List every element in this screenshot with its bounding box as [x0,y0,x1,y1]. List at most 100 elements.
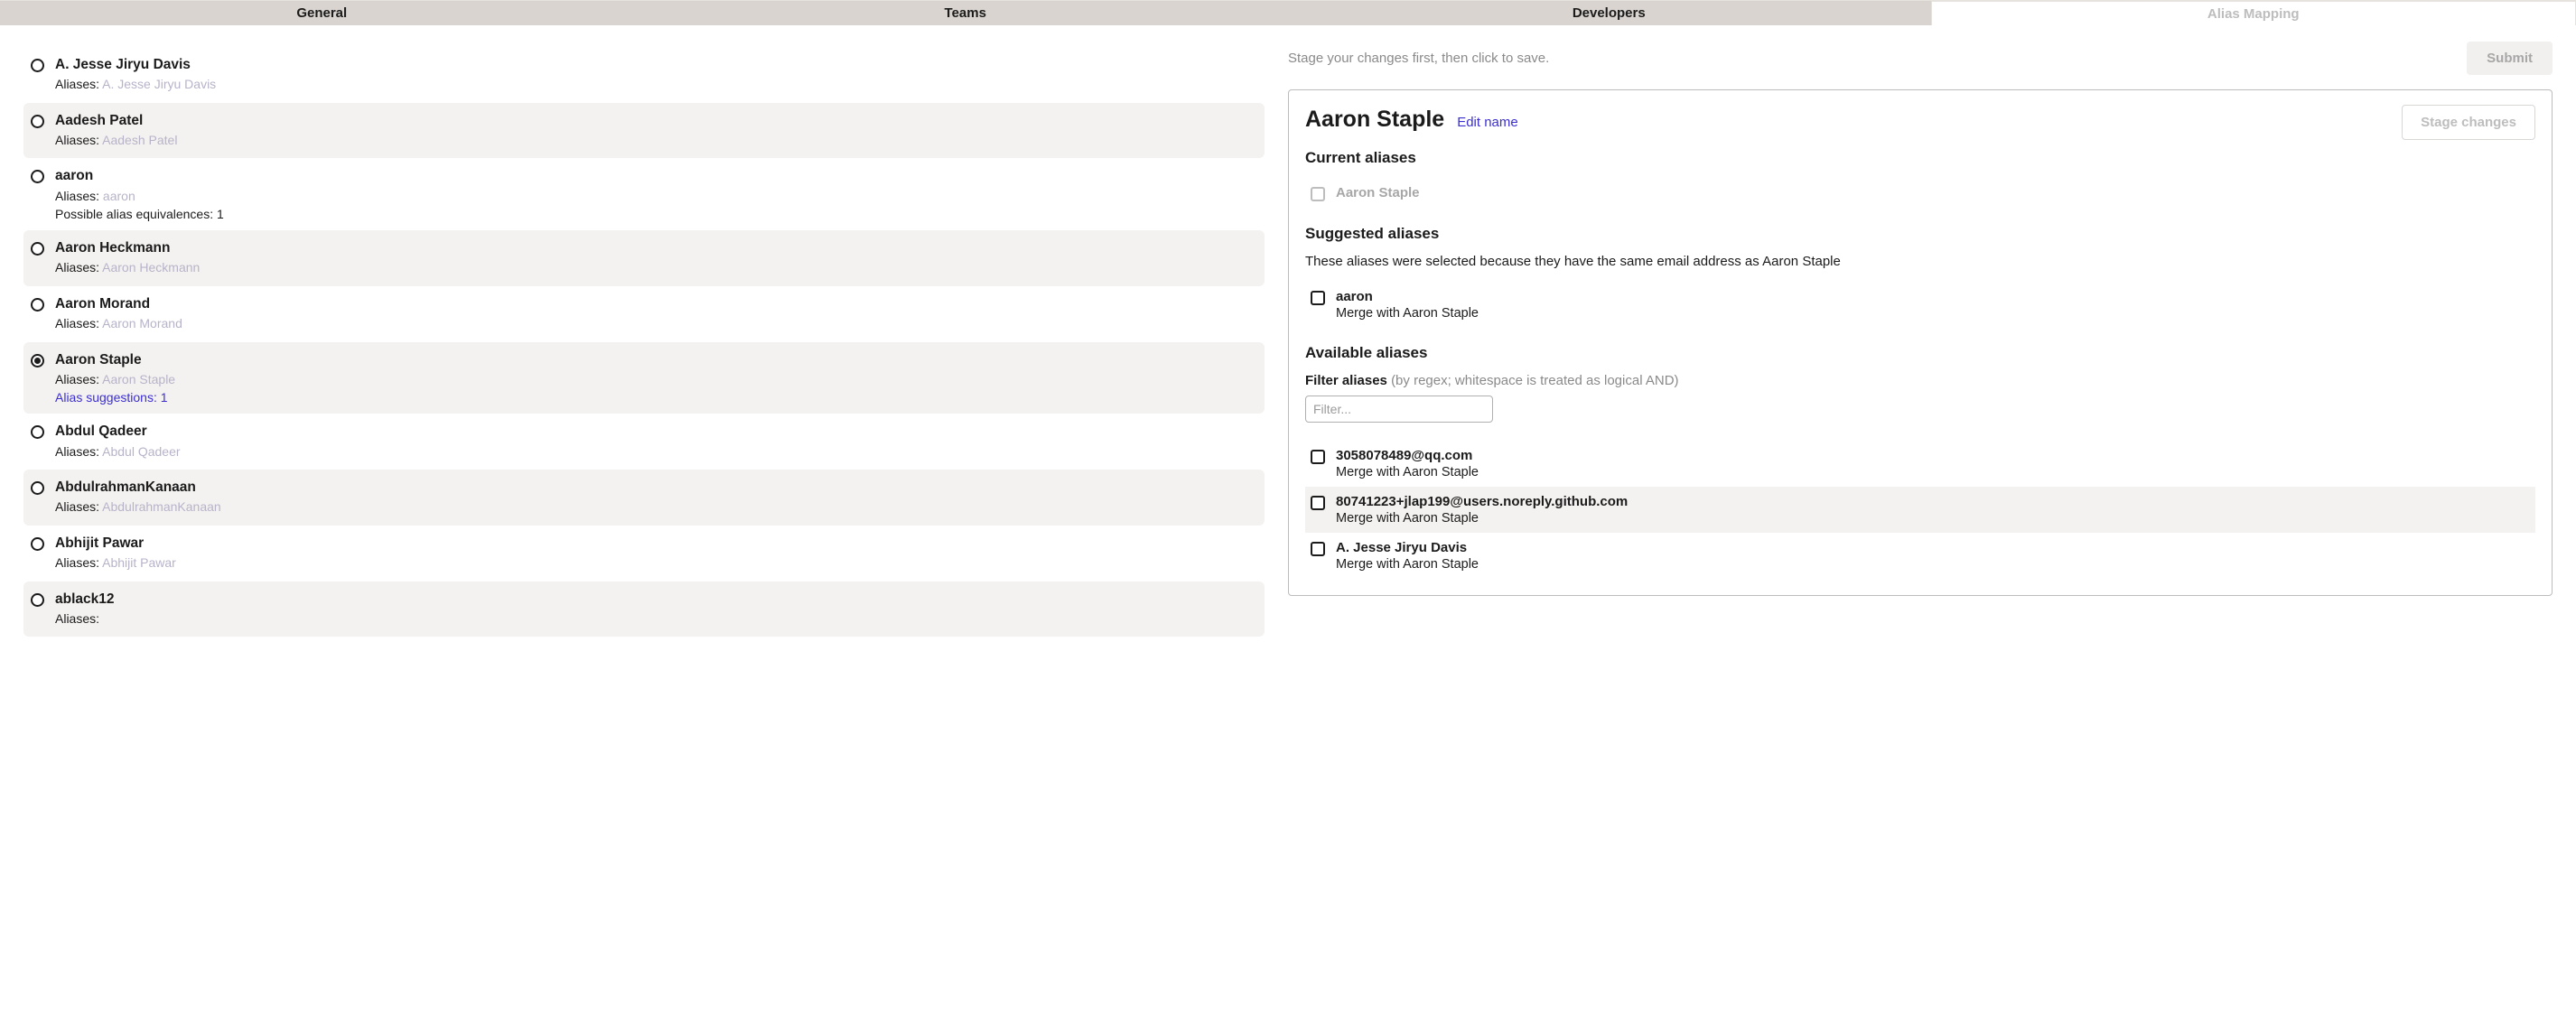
developer-body: A. Jesse Jiryu DavisAliases: A. Jesse Ji… [55,56,1257,94]
developer-name: Abdul Qadeer [55,423,1257,441]
alias-name: aaron [1336,289,1479,304]
developer-radio[interactable] [31,115,44,128]
developer-aliases-line: Aliases: [55,610,1257,628]
alias-merge-text: Merge with Aaron Staple [1336,306,1479,321]
submit-button[interactable]: Submit [2467,42,2553,75]
developer-aliases-value: A. Jesse Jiryu Davis [102,77,216,91]
developer-aliases-line: Aliases: Aadesh Patel [55,132,1257,150]
alias-checkbox[interactable] [1311,542,1325,556]
detail-title: Aaron Staple [1305,107,1444,133]
developer-aliases-line: Aliases: AbdulrahmanKanaan [55,498,1257,516]
alias-name: A. Jesse Jiryu Davis [1336,540,1479,555]
filter-aliases-input[interactable] [1305,396,1493,423]
developer-aliases-line: Aliases: Aaron Staple [55,371,1257,389]
tab-alias-mapping[interactable]: Alias Mapping [1931,1,2576,25]
alias-checkbox[interactable] [1311,291,1325,305]
developer-name: A. Jesse Jiryu Davis [55,56,1257,74]
current-aliases-list: Aaron Staple [1305,178,2535,209]
developer-radio[interactable] [31,242,44,256]
developer-item[interactable]: ablack12Aliases: [23,582,1265,637]
current-alias-row: Aaron Staple [1305,178,2535,209]
developer-body: Aadesh PatelAliases: Aadesh Patel [55,112,1257,150]
developer-aliases-line: Aliases: Aaron Morand [55,315,1257,333]
alias-name: 80741223+jlap199@users.noreply.github.co… [1336,494,1628,509]
current-aliases-heading: Current aliases [1305,149,2535,167]
developer-name: aaron [55,167,1257,185]
available-alias-row: A. Jesse Jiryu Davis Merge with Aaron Sta… [1305,533,2535,579]
developer-name: ablack12 [55,591,1257,609]
developer-body: Aaron HeckmannAliases: Aaron Heckmann [55,239,1257,277]
developer-aliases-line: Aliases: Aaron Heckmann [55,259,1257,277]
developer-body: aaron Aliases: aaronPossible alias equiva… [55,167,1257,221]
edit-name-link[interactable]: Edit name [1457,115,1518,130]
developer-radio[interactable] [31,170,44,183]
possible-alias-equivalences: Possible alias equivalences: 1 [55,207,1257,221]
developer-aliases-value: Aadesh Patel [102,133,177,147]
available-alias-row: 3058078489@qq.com Merge with Aaron Staple [1305,441,2535,487]
available-aliases-list: 3058078489@qq.com Merge with Aaron Staple… [1305,441,2535,579]
developer-radio[interactable] [31,481,44,495]
developer-name: AbdulrahmanKanaan [55,479,1257,497]
tab-general[interactable]: General [0,1,644,25]
detail-panel: Aaron Staple Edit name Stage changes Cur… [1288,89,2553,596]
available-aliases-heading: Available aliases [1305,344,2535,362]
tab-developers[interactable]: Developers [1287,1,1931,25]
alias-checkbox[interactable] [1311,496,1325,510]
developer-item[interactable]: Abdul QadeerAliases: Abdul Qadeer [23,414,1265,470]
developer-name: Abhijit Pawar [55,535,1257,553]
developer-aliases-line: Aliases: A. Jesse Jiryu Davis [55,76,1257,94]
developer-name: Aaron Morand [55,295,1257,313]
alias-name: 3058078489@qq.com [1336,448,1479,463]
developer-aliases-value: Abhijit Pawar [102,555,176,570]
developer-item[interactable]: Aadesh PatelAliases: Aadesh Patel [23,103,1265,159]
developer-body: Aaron Morand Aliases: Aaron Morand [55,295,1257,333]
developer-body: AbdulrahmanKanaanAliases: AbdulrahmanKan… [55,479,1257,516]
developer-item[interactable]: A. Jesse Jiryu DavisAliases: A. Jesse Ji… [23,47,1265,103]
alias-suggestions-link[interactable]: Alias suggestions: 1 [55,390,1257,405]
developer-item[interactable]: aaron Aliases: aaronPossible alias equiva… [23,158,1265,230]
developer-radio[interactable] [31,298,44,312]
alias-checkbox [1311,187,1325,201]
tabs-bar: General Teams Developers Alias Mapping [0,0,2576,25]
detail-header: Aaron Staple Edit name Stage changes [1305,105,2535,140]
suggested-aliases-subtext: These aliases were selected because they… [1305,254,2535,269]
developer-name: Aadesh Patel [55,112,1257,130]
alias-name: Aaron Staple [1336,185,1420,200]
stage-hint-text: Stage your changes first, then click to … [1288,51,1549,66]
developer-radio[interactable] [31,59,44,72]
developer-body: Abhijit PawarAliases: Abhijit Pawar [55,535,1257,572]
tab-teams[interactable]: Teams [644,1,1288,25]
suggested-aliases-heading: Suggested aliases [1305,225,2535,243]
developer-item[interactable]: AbdulrahmanKanaanAliases: AbdulrahmanKan… [23,470,1265,526]
developer-radio[interactable] [31,593,44,607]
developer-item[interactable]: Abhijit PawarAliases: Abhijit Pawar [23,526,1265,582]
developer-aliases-value: AbdulrahmanKanaan [102,499,221,514]
developer-radio[interactable] [31,354,44,368]
developer-radio[interactable] [31,537,44,551]
alias-merge-text: Merge with Aaron Staple [1336,465,1479,479]
developer-body: ablack12Aliases: [55,591,1257,628]
developer-aliases-value: Aaron Heckmann [102,260,200,275]
stage-bar: Stage your changes first, then click to … [1288,42,2553,75]
developer-name: Aaron Heckmann [55,239,1257,257]
available-alias-row: 80741223+jlap199@users.noreply.github.co… [1305,487,2535,533]
alias-checkbox[interactable] [1311,450,1325,464]
suggested-alias-row: aaron Merge with Aaron Staple [1305,282,2535,328]
developer-name: Aaron Staple [55,351,1257,369]
developer-list-panel: A. Jesse Jiryu DavisAliases: A. Jesse Ji… [0,25,1288,1033]
developer-item[interactable]: Aaron HeckmannAliases: Aaron Heckmann [23,230,1265,286]
stage-changes-button[interactable]: Stage changes [2402,105,2535,140]
detail-column: Stage your changes first, then click to … [1288,25,2576,1033]
developer-aliases-line: Aliases: Abhijit Pawar [55,554,1257,572]
developer-aliases-value: Aaron Staple [102,372,175,386]
developer-aliases-value: Abdul Qadeer [102,444,180,459]
suggested-aliases-list: aaron Merge with Aaron Staple [1305,282,2535,328]
alias-merge-text: Merge with Aaron Staple [1336,557,1479,572]
developer-aliases-line: Aliases: aaron [55,188,1257,206]
developer-body: Abdul QadeerAliases: Abdul Qadeer [55,423,1257,461]
developer-item[interactable]: Aaron Morand Aliases: Aaron Morand [23,286,1265,342]
developer-item[interactable]: Aaron StapleAliases: Aaron StapleAlias s… [23,342,1265,414]
developer-list: A. Jesse Jiryu DavisAliases: A. Jesse Ji… [23,47,1265,637]
developer-radio[interactable] [31,425,44,439]
main-content: A. Jesse Jiryu DavisAliases: A. Jesse Ji… [0,25,2576,1033]
